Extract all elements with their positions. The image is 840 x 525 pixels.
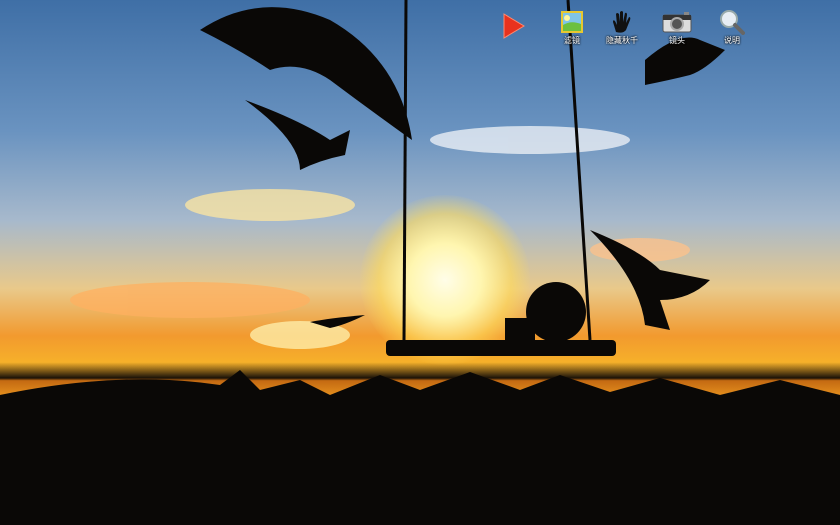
filter-button[interactable]: 滤镜	[550, 8, 594, 46]
play-icon	[492, 12, 536, 40]
filter-label: 滤镜	[564, 36, 580, 45]
hide-swing-button[interactable]: 隐藏秋千	[600, 8, 644, 46]
hand-icon	[600, 8, 644, 36]
camera-icon	[655, 8, 699, 36]
camera-button[interactable]: 镜头	[655, 8, 699, 46]
help-button[interactable]: 说明	[710, 8, 754, 46]
play-button[interactable]	[492, 12, 536, 40]
sunset-swing-scene	[0, 0, 840, 525]
scene-artwork	[0, 0, 840, 525]
silhouettes	[0, 0, 840, 525]
camera-label: 镜头	[669, 36, 685, 45]
help-label: 说明	[724, 36, 740, 45]
hide-swing-label: 隐藏秋千	[606, 36, 638, 45]
magnifier-icon	[710, 8, 754, 36]
clouds	[70, 126, 690, 349]
picture-icon	[550, 8, 594, 36]
